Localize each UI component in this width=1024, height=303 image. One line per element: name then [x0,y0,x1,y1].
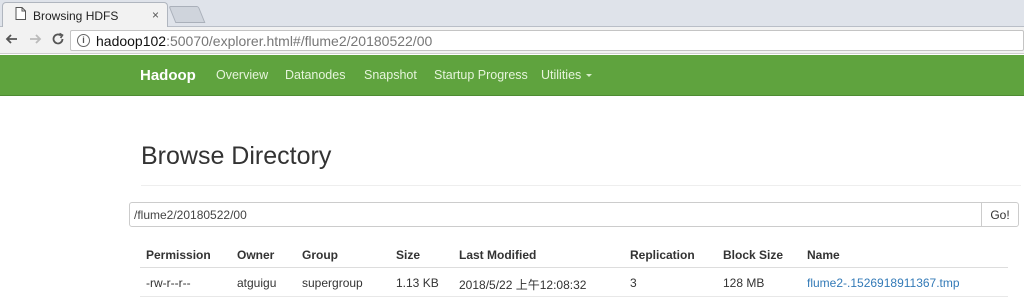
directory-path-input[interactable] [129,202,982,227]
nav-item-datanodes[interactable]: Datanodes [285,68,345,82]
column-header-replication[interactable]: Replication [630,248,695,262]
column-header-group[interactable]: Group [302,248,338,262]
reload-icon[interactable] [49,31,67,49]
cell-permission: -rw-r--r-- [146,276,191,290]
cell-size: 1.13 KB [396,276,439,290]
column-header-permission[interactable]: Permission [146,248,211,262]
address-bar[interactable]: i hadoop102:50070/explorer.html#/flume2/… [70,30,1024,51]
tab-title: Browsing HDFS [33,8,119,23]
table-header-rule [140,267,1008,268]
title-divider [141,185,1021,186]
cell-block-size: 128 MB [723,276,765,290]
file-name-link[interactable]: flume2-.1526918911367.tmp [807,276,960,290]
column-header-size[interactable]: Size [396,248,420,262]
browser-tab-strip: Browsing HDFS × [0,0,1024,28]
forward-arrow-icon[interactable] [26,31,44,49]
brand-logo[interactable]: Hadoop [140,67,196,84]
browser-tab[interactable]: Browsing HDFS × [2,2,168,28]
back-arrow-icon[interactable] [3,31,21,49]
url-host: hadoop102 [96,32,167,49]
nav-item-snapshot[interactable]: Snapshot [364,68,417,82]
cell-replication: 3 [630,276,637,290]
cell-owner: atguigu [237,276,277,290]
nav-item-startup-progress[interactable]: Startup Progress [434,68,528,82]
go-button[interactable]: Go! [981,202,1019,227]
column-header-name[interactable]: Name [807,248,840,262]
column-header-last-modified[interactable]: Last Modified [459,248,536,262]
page-title: Browse Directory [141,142,332,170]
chevron-down-icon [586,74,593,78]
url-path: :50070/explorer.html#/flume2/20180522/00 [166,32,433,49]
cell-last-modified: 2018/5/22 上午12:08:32 [459,278,587,292]
page-icon [15,6,26,25]
nav-item-overview[interactable]: Overview [216,68,268,82]
close-icon[interactable]: × [152,9,159,21]
nav-item-utilities[interactable]: Utilities [541,68,593,82]
info-icon[interactable]: i [77,34,90,47]
table-row-rule [140,296,1008,297]
column-header-owner[interactable]: Owner [237,248,274,262]
cell-group: supergroup [302,276,363,290]
nav-item-utilities-label: Utilities [541,68,582,82]
url-text: hadoop102:50070/explorer.html#/flume2/20… [96,33,432,49]
hadoop-navbar: Hadoop Overview Datanodes Snapshot Start… [0,55,1024,96]
new-tab-button[interactable] [168,6,206,23]
browser-toolbar: i hadoop102:50070/explorer.html#/flume2/… [0,27,1024,54]
column-header-block-size[interactable]: Block Size [723,248,783,262]
